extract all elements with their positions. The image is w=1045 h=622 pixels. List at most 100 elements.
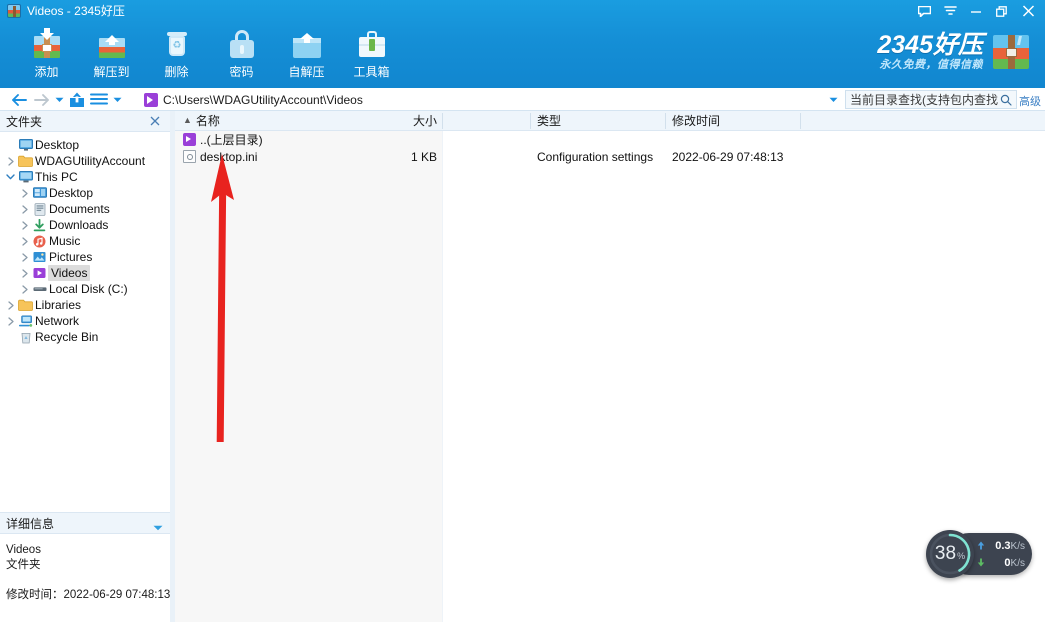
toolbar-button-extract[interactable]: 解压到 xyxy=(79,26,144,80)
toolbar-button-delete[interactable]: ♻ 删除 xyxy=(144,26,209,80)
sidebar-label: Libraries xyxy=(34,298,81,312)
minimize-button[interactable] xyxy=(963,0,989,22)
chevron-right-icon[interactable] xyxy=(18,249,31,265)
toolbar-button-toolbox[interactable]: 工具箱 xyxy=(339,26,404,80)
chevron-right-icon[interactable] xyxy=(18,201,31,217)
system-monitor-widget[interactable]: 38 % 0.3K/s 0K/s xyxy=(926,530,1032,578)
sidebar-label: Videos xyxy=(48,265,90,281)
history-chevron-down-icon[interactable] xyxy=(52,89,66,111)
sidebar-item-desktop[interactable]: Desktop xyxy=(0,185,170,201)
column-divider[interactable] xyxy=(665,113,666,129)
toolbar-button-sfx[interactable]: 自解压 xyxy=(274,26,339,80)
title-toolbar-band: Videos - 2345好压 xyxy=(0,0,1045,88)
videos-folder-icon xyxy=(183,133,196,146)
address-chevron-down-icon[interactable] xyxy=(824,88,842,111)
back-button[interactable] xyxy=(8,89,30,111)
disk-icon xyxy=(31,281,48,297)
sidebar-label: Desktop xyxy=(34,138,79,152)
search-input[interactable]: 当前目录查找(支持包内查找 xyxy=(850,91,1000,108)
view-list-button[interactable] xyxy=(88,89,110,111)
restore-button[interactable] xyxy=(989,0,1015,22)
chevron-right-icon[interactable] xyxy=(18,185,31,201)
forward-button[interactable] xyxy=(30,89,52,111)
expander-placeholder xyxy=(4,329,17,345)
sidebar-item-this-pc[interactable]: This PC xyxy=(0,169,170,185)
column-header-modified[interactable]: 修改时间 xyxy=(672,111,720,130)
file-list-header: ▲ 名称 大小 类型 修改时间 xyxy=(175,111,1045,131)
sidebar-item-desktop-root[interactable]: Desktop xyxy=(0,137,170,153)
chevron-right-icon[interactable] xyxy=(4,313,17,329)
folder-sidebar: 文件夹 Desktop WDAGUtilityAccount xyxy=(0,111,170,622)
videos-folder-icon xyxy=(144,93,158,107)
details-header[interactable]: 详细信息 xyxy=(0,513,170,534)
column-header-size[interactable]: 大小 xyxy=(397,111,437,130)
ini-file-icon xyxy=(183,150,196,163)
column-header-type[interactable]: 类型 xyxy=(537,111,561,130)
sidebar-item-downloads[interactable]: Downloads xyxy=(0,217,170,233)
chevron-right-icon[interactable] xyxy=(18,233,31,249)
window-title: Videos - 2345好压 xyxy=(27,3,125,19)
column-header-name-label: 名称 xyxy=(196,112,220,129)
chevron-right-icon[interactable] xyxy=(18,217,31,233)
sidebar-item-music[interactable]: Music xyxy=(0,233,170,249)
videos-icon xyxy=(31,265,48,281)
column-divider[interactable] xyxy=(530,113,531,129)
cpu-gauge: 38 % xyxy=(926,530,974,578)
sidebar-item-local-disk-c[interactable]: Local Disk (C:) xyxy=(0,281,170,297)
table-row[interactable]: desktop.ini 1 KB Configuration settings … xyxy=(175,148,1045,165)
sidebar-label: Music xyxy=(48,234,80,248)
chevron-right-icon[interactable] xyxy=(18,265,31,281)
sidebar-label: Local Disk (C:) xyxy=(48,282,128,296)
sidebar-item-recycle-bin[interactable]: Recycle Bin xyxy=(0,329,170,345)
up-directory-button[interactable] xyxy=(66,89,88,111)
menu-chevron-icon[interactable] xyxy=(937,0,963,22)
sidebar-item-videos[interactable]: Videos xyxy=(0,265,170,281)
search-icon[interactable] xyxy=(1000,94,1012,106)
sidebar-item-wdagutilityaccount[interactable]: WDAGUtilityAccount xyxy=(0,153,170,169)
name-column-highlight xyxy=(175,131,443,622)
column-divider[interactable] xyxy=(442,113,443,129)
sort-ascending-icon: ▲ xyxy=(183,116,192,125)
toolbar-label-toolbox: 工具箱 xyxy=(353,63,389,80)
toolbar-label-password: 密码 xyxy=(229,63,253,80)
sidebar-label: Pictures xyxy=(48,250,92,264)
feedback-icon[interactable] xyxy=(911,0,937,22)
network-icon xyxy=(17,313,34,329)
toolbar-label-sfx: 自解压 xyxy=(288,63,324,80)
column-divider[interactable] xyxy=(800,113,801,129)
chevron-right-icon[interactable] xyxy=(4,153,17,169)
sidebar-item-pictures[interactable]: Pictures xyxy=(0,249,170,265)
toolbar-button-password[interactable]: 密码 xyxy=(209,26,274,80)
column-header-type-label: 类型 xyxy=(537,112,561,129)
details-title: 详细信息 xyxy=(6,515,54,532)
file-name-cell[interactable]: desktop.ini xyxy=(183,148,257,165)
close-button[interactable] xyxy=(1015,0,1041,22)
music-icon xyxy=(31,233,48,249)
close-sidebar-icon[interactable] xyxy=(148,114,162,128)
file-name-cell[interactable]: ..(上层目录) xyxy=(183,131,263,148)
details-modified: 修改时间：2022-06-29 07:48:13 xyxy=(6,588,164,603)
desktop-icon xyxy=(31,185,48,201)
lock-icon xyxy=(225,28,259,60)
net-speed-rows: 0.3K/s 0K/s xyxy=(974,537,1032,571)
view-chevron-down-icon[interactable] xyxy=(110,89,124,111)
sidebar-label: Downloads xyxy=(48,218,108,232)
sidebar-item-documents[interactable]: Documents xyxy=(0,201,170,217)
cpu-percent-display: 38 % xyxy=(926,530,974,578)
sidebar-item-network[interactable]: Network xyxy=(0,313,170,329)
search-box[interactable]: 当前目录查找(支持包内查找 xyxy=(845,90,1017,109)
column-header-name[interactable]: ▲ 名称 xyxy=(183,111,220,130)
chevron-right-icon[interactable] xyxy=(4,297,17,313)
chevron-right-icon[interactable] xyxy=(18,281,31,297)
address-path-field[interactable]: C:\Users\WDAGUtilityAccount\Videos xyxy=(144,90,834,109)
upload-speed: 0.3K/s xyxy=(987,540,1032,552)
sidebar-label: Desktop xyxy=(48,186,93,200)
toolbar-button-add[interactable]: 添加 xyxy=(14,26,79,80)
search-advanced-link[interactable]: 高级 xyxy=(1019,93,1041,109)
upload-row: 0.3K/s xyxy=(974,537,1032,554)
details-chevron-down-icon[interactable] xyxy=(153,520,163,534)
chevron-down-icon[interactable] xyxy=(4,169,17,185)
table-row[interactable]: ..(上层目录) xyxy=(175,131,1045,148)
toolbar-label-delete: 删除 xyxy=(164,63,188,80)
sidebar-item-libraries[interactable]: Libraries xyxy=(0,297,170,313)
